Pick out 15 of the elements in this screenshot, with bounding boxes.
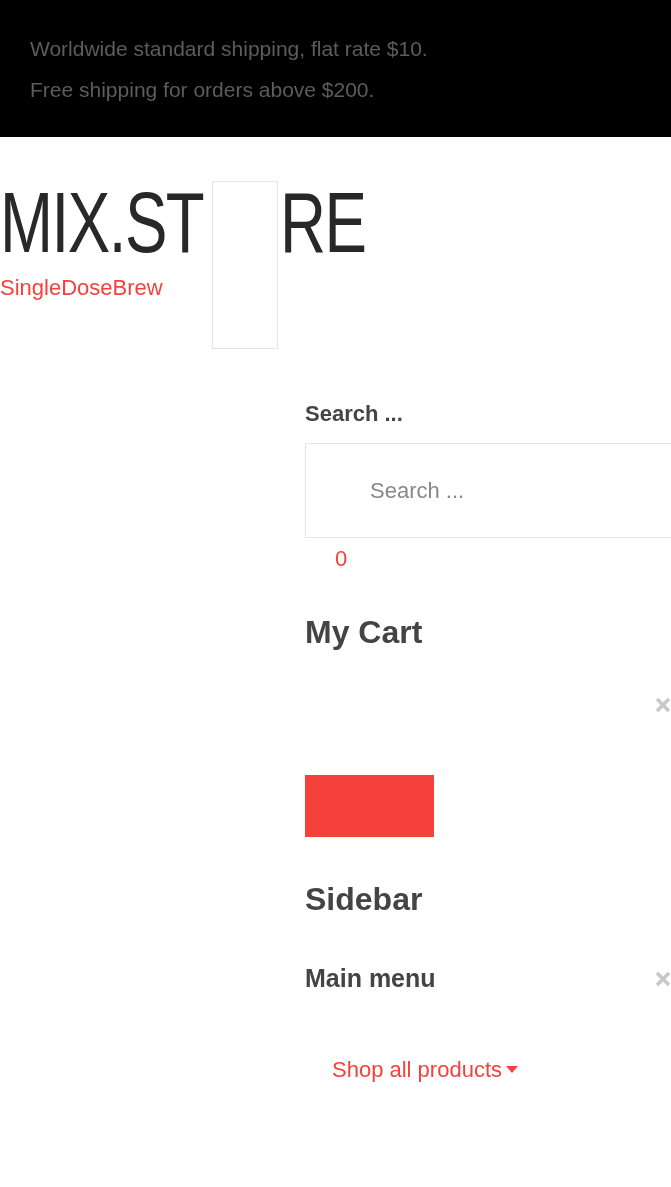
search-field[interactable]: Search ... bbox=[305, 443, 671, 538]
close-icon[interactable] bbox=[655, 970, 671, 987]
menu-link[interactable]: Shop all products bbox=[332, 1057, 518, 1083]
sidebar-title: Sidebar bbox=[305, 881, 423, 918]
site-tagline[interactable]: SingleDoseBrew bbox=[0, 275, 163, 301]
shipping-notice: Worldwide standard shipping, flat rate $10. bbox=[30, 36, 428, 62]
store-logo[interactable]: MIX.ST bbox=[0, 179, 204, 265]
store-logo[interactable]: RE bbox=[280, 179, 366, 265]
search-label: Search ... bbox=[305, 401, 403, 427]
cart-title: My Cart bbox=[305, 614, 423, 651]
close-icon[interactable] bbox=[655, 697, 671, 713]
checkout-button[interactable] bbox=[305, 775, 434, 837]
cart-count[interactable]: 0 bbox=[335, 546, 348, 572]
menu-title: Main menu bbox=[305, 964, 436, 993]
shipping-notice: Free shipping for orders above $200. bbox=[30, 77, 375, 103]
